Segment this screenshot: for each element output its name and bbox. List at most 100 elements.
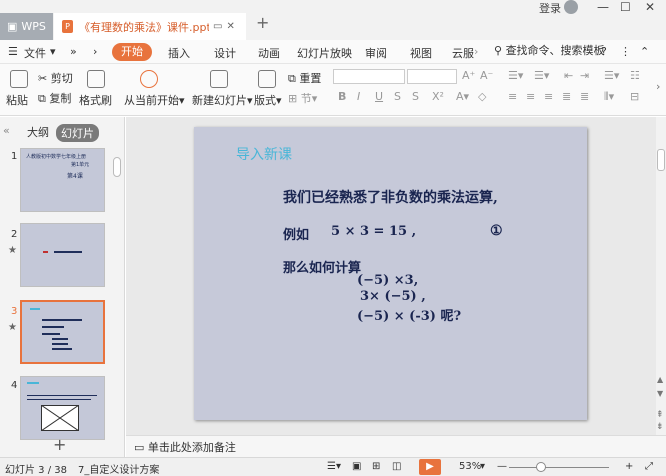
tab-slides[interactable]: 幻灯片 [56, 124, 99, 142]
slide-text-expr2[interactable]: 3× (−5) , [360, 289, 426, 304]
strikethrough-icon[interactable]: S [412, 90, 419, 103]
zoom-out-icon[interactable]: — [497, 461, 507, 472]
slide-text-question[interactable]: 那么如何计算 [283, 257, 361, 276]
slide-text-expr1[interactable]: (−5) ×3, [357, 273, 418, 288]
help-icon[interactable]: ? [601, 45, 607, 58]
template-name[interactable]: 7_自定义设计方案 [78, 461, 159, 476]
avatar[interactable] [564, 0, 578, 14]
line-spacing-icon[interactable]: ☰▾ [604, 69, 619, 82]
close-window-icon[interactable]: ✕ [645, 0, 655, 14]
format-painter-button[interactable]: 格式刷 [79, 92, 112, 108]
login-link[interactable]: 登录 [539, 0, 561, 16]
notes-area[interactable]: ▭ 单击此处添加备注 [126, 435, 666, 457]
clear-format-icon[interactable]: ◇ [478, 90, 486, 103]
menu-home[interactable]: 开始 [112, 43, 152, 61]
numbering-icon[interactable]: ☰▾ [534, 69, 549, 82]
pane-scrollbar[interactable] [113, 157, 121, 177]
menu-cloud[interactable]: 云服 [452, 45, 474, 61]
menu-review[interactable]: 审阅 [365, 45, 387, 61]
slide-thumbnail-1[interactable]: 人教版初中数学七年级上册 第1单元 第4课 [20, 148, 105, 212]
cut-button[interactable]: ✂ 剪切 [38, 70, 73, 86]
shadow-icon[interactable]: S [394, 90, 401, 103]
slide-text-expr3[interactable]: (−5) × (-3) 呢? [357, 305, 461, 324]
reset-button[interactable]: ⧉ 重置 [288, 70, 321, 86]
underline-icon[interactable]: U [375, 90, 383, 103]
slide-title[interactable]: 导入新课 [236, 144, 292, 164]
fit-window-icon[interactable]: ⤢ [645, 461, 653, 472]
italic-icon[interactable]: I [357, 90, 360, 103]
zoom-level[interactable]: 53% [459, 461, 481, 472]
new-slide-icon[interactable] [210, 70, 228, 88]
more-menu-icon[interactable]: » [70, 45, 77, 58]
collapse-pane-icon[interactable]: « [3, 124, 10, 137]
copy-button[interactable]: ⧉ 复制 [38, 90, 71, 106]
paste-button[interactable]: 粘贴 [6, 92, 28, 108]
tab-wps-home[interactable]: ▣ WPS [0, 13, 53, 40]
ribbon-scroll-right-icon[interactable]: › [656, 80, 660, 93]
collapse-ribbon-icon[interactable]: ⌃ [640, 45, 649, 58]
maximize-icon[interactable]: ☐ [620, 0, 631, 14]
new-tab-button[interactable]: + [256, 13, 269, 32]
scroll-up-icon[interactable]: ▲ [657, 375, 663, 384]
slide-text-circle-number[interactable]: ① [490, 223, 503, 239]
zoom-slider[interactable] [509, 467, 609, 468]
bullets-icon[interactable]: ☰▾ [508, 69, 523, 82]
zoom-in-icon[interactable]: + [625, 461, 633, 472]
indent-decrease-icon[interactable]: ⇤ [564, 69, 573, 82]
more-menu-icon-2[interactable]: › [93, 45, 97, 58]
tab-outline[interactable]: 大纲 [27, 124, 49, 140]
tab-close-icon[interactable]: ✕ [226, 21, 234, 32]
add-slide-button[interactable]: + [53, 435, 66, 454]
more-options-icon[interactable]: ⋮ [620, 45, 631, 58]
play-slideshow-icon[interactable]: ▶ [419, 459, 441, 475]
menu-insert[interactable]: 插入 [168, 45, 190, 61]
zoom-slider-knob[interactable] [536, 462, 546, 472]
font-name-combo[interactable] [333, 69, 405, 84]
align-right-icon[interactable]: ≡ [544, 90, 553, 103]
align-text-icon[interactable]: ⊟ [630, 90, 639, 103]
tab-document[interactable]: P 《有理数的乘法》课件.ppt ▭ ✕ [54, 13, 246, 40]
menu-slideshow[interactable]: 幻灯片放映 [297, 45, 352, 61]
slide-thumbnail-3[interactable] [20, 300, 105, 364]
play-from-current-icon[interactable] [140, 70, 158, 88]
command-search[interactable]: ⚲ 查找命令、搜索模板 [494, 42, 605, 58]
superscript-icon[interactable]: X² [432, 90, 444, 103]
notes-toggle-icon[interactable]: ☰▾ [327, 461, 341, 472]
reading-view-icon[interactable]: ◫ [392, 461, 401, 472]
slide-text-example[interactable]: 例如 [283, 224, 309, 243]
increase-font-icon[interactable]: A⁺ [462, 69, 475, 82]
distribute-icon[interactable]: ≣ [580, 90, 589, 103]
sorter-view-icon[interactable]: ⊞ [372, 461, 380, 472]
align-center-icon[interactable]: ≡ [526, 90, 535, 103]
current-slide[interactable]: 导入新课 我们已经熟悉了非负数的乘法运算, 例如 5 × 3 = 15 , ① … [194, 127, 587, 420]
normal-view-icon[interactable]: ▣ [352, 461, 361, 472]
align-left-icon[interactable]: ≡ [508, 90, 517, 103]
scroll-down-icon[interactable]: ▼ [657, 389, 663, 398]
layout-button[interactable]: 版式▾ [254, 92, 282, 108]
chevron-down-icon[interactable]: ▾ [50, 45, 56, 58]
menu-animation[interactable]: 动画 [258, 45, 280, 61]
font-color-icon[interactable]: A▾ [456, 90, 469, 103]
slide-thumbnail-4[interactable] [20, 376, 105, 440]
next-slide-icon[interactable]: ⇟ [656, 422, 664, 432]
menu-design[interactable]: 设计 [214, 45, 236, 61]
indent-increase-icon[interactable]: ⇥ [580, 69, 589, 82]
menu-file[interactable]: 文件 [24, 45, 46, 61]
hamburger-icon[interactable]: ☰ [8, 45, 18, 58]
section-button[interactable]: ⊞ 节▾ [288, 90, 317, 106]
slide-thumbnail-2[interactable] [20, 223, 105, 287]
font-size-combo[interactable] [407, 69, 457, 84]
decrease-font-icon[interactable]: A⁻ [480, 69, 493, 82]
slide-text-equation[interactable]: 5 × 3 = 15 , [331, 224, 416, 239]
zoom-dropdown-icon[interactable]: ▾ [480, 461, 485, 472]
layout-icon[interactable] [258, 70, 276, 88]
columns-icon[interactable]: ⫴▾ [604, 90, 614, 104]
menu-scroll-right-icon[interactable]: › [474, 45, 478, 58]
minimize-icon[interactable]: — [597, 0, 609, 14]
previous-slide-icon[interactable]: ⇞ [656, 410, 664, 420]
tab-restore-icon[interactable]: ▭ [213, 21, 222, 32]
justify-icon[interactable]: ≣ [562, 90, 571, 103]
text-direction-icon[interactable]: ☷ [630, 69, 640, 82]
slide-text-line1[interactable]: 我们已经熟悉了非负数的乘法运算, [283, 187, 498, 207]
bold-icon[interactable]: B [338, 90, 346, 103]
